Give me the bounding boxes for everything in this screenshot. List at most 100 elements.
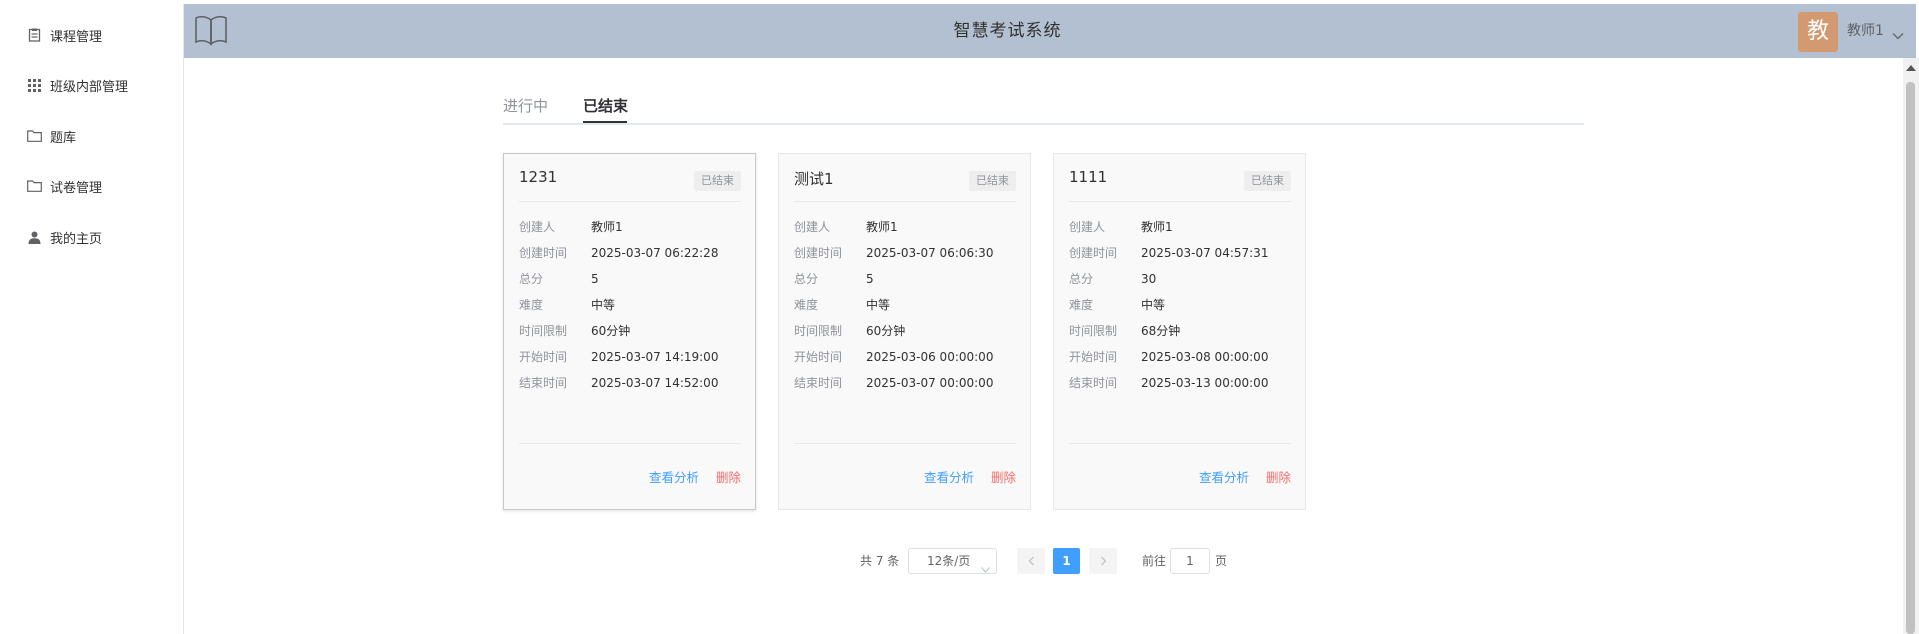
info-row-total-score: 总分 5 <box>794 266 874 292</box>
row-label: 创建人 <box>519 220 556 234</box>
sidebar: 课程管理 班级内部管理 题库 试卷管理 我的主页 <box>4 4 184 634</box>
row-value: 2025-03-07 14:19:00 <box>591 350 719 364</box>
grid-icon <box>26 77 42 93</box>
row-label: 时间限制 <box>794 324 843 338</box>
delete-link[interactable]: 删除 <box>716 467 741 486</box>
info-row-total-score: 总分 30 <box>1069 266 1156 292</box>
sidebar-item-my-homepage[interactable]: 我的主页 <box>4 212 184 262</box>
info-row-created-time: 创建时间 2025-03-07 06:22:28 <box>519 240 718 266</box>
info-row-creator: 创建人 教师1 <box>794 214 898 240</box>
sidebar-item-class-management[interactable]: 班级内部管理 <box>4 60 184 110</box>
info-row-created-time: 创建时间 2025-03-07 04:57:31 <box>1069 240 1268 266</box>
status-badge: 已结束 <box>969 171 1016 191</box>
info-row-time-limit: 时间限制 60分钟 <box>794 318 905 344</box>
page-unit-label: 页 <box>1215 554 1228 568</box>
status-badge: 已结束 <box>1244 171 1291 191</box>
view-analysis-link[interactable]: 查看分析 <box>1199 467 1249 486</box>
user-name[interactable]: 教师1 <box>1847 4 1884 58</box>
row-label: 创建人 <box>794 220 831 234</box>
row-label: 开始时间 <box>519 350 568 364</box>
prev-page-button[interactable] <box>1017 548 1045 574</box>
row-label: 结束时间 <box>794 376 843 390</box>
page-size-select[interactable]: 12条/页 <box>908 548 997 574</box>
sidebar-item-question-bank[interactable]: 题库 <box>4 111 184 161</box>
row-label: 创建时间 <box>519 246 568 260</box>
chevron-down-icon <box>981 557 990 581</box>
info-row-end-time: 结束时间 2025-03-13 00:00:00 <box>1069 370 1268 396</box>
row-label: 时间限制 <box>1069 324 1118 338</box>
info-row-total-score: 总分 5 <box>519 266 599 292</box>
row-label: 总分 <box>794 272 819 286</box>
row-label: 开始时间 <box>794 350 843 364</box>
status-badge: 已结束 <box>694 171 741 191</box>
goto-page-input[interactable] <box>1170 548 1210 574</box>
divider <box>519 443 741 444</box>
row-value: 2025-03-06 00:00:00 <box>866 350 994 364</box>
info-row-creator: 创建人 教师1 <box>519 214 623 240</box>
row-value: 5 <box>866 272 874 286</box>
sidebar-item-label: 试卷管理 <box>50 180 103 196</box>
document-icon <box>26 27 42 43</box>
delete-link[interactable]: 删除 <box>991 467 1016 486</box>
row-label: 总分 <box>519 272 544 286</box>
sidebar-item-label: 班级内部管理 <box>50 79 129 95</box>
sidebar-item-course-management[interactable]: 课程管理 <box>4 10 184 60</box>
info-row-creator: 创建人 教师1 <box>1069 214 1173 240</box>
top-header: 智慧考试系统 教 教师1 <box>184 4 1916 58</box>
info-row-difficulty: 难度 中等 <box>1069 292 1165 318</box>
divider <box>1069 443 1291 444</box>
tab-in-progress[interactable]: 进行中 <box>503 94 548 123</box>
row-value: 68分钟 <box>1141 324 1181 338</box>
row-value: 2025-03-13 00:00:00 <box>1141 376 1269 390</box>
view-analysis-link[interactable]: 查看分析 <box>649 467 699 486</box>
row-label: 难度 <box>1069 298 1094 312</box>
chevron-right-icon <box>1100 556 1106 566</box>
info-row-difficulty: 难度 中等 <box>519 292 615 318</box>
scroll-up-arrow-icon[interactable] <box>1906 65 1916 71</box>
row-value: 2025-03-07 06:06:30 <box>866 246 994 260</box>
row-label: 创建时间 <box>1069 246 1118 260</box>
exam-card: 测试1 已结束 创建人 教师1 创建时间 2025-03-07 06:06:30 总… <box>778 153 1031 510</box>
row-label: 结束时间 <box>519 376 568 390</box>
scrollbar-thumb[interactable] <box>1906 82 1915 634</box>
next-page-button[interactable] <box>1089 548 1117 574</box>
card-title: 测试1 <box>794 170 834 188</box>
row-value: 教师1 <box>591 220 623 234</box>
user-icon <box>26 229 42 245</box>
row-value: 2025-03-07 06:22:28 <box>591 246 719 260</box>
row-label: 开始时间 <box>1069 350 1118 364</box>
sidebar-item-label: 我的主页 <box>50 231 103 247</box>
folder-icon <box>26 178 42 194</box>
goto-label: 前往 <box>1142 554 1167 568</box>
view-analysis-link[interactable]: 查看分析 <box>924 467 974 486</box>
info-row-end-time: 结束时间 2025-03-07 00:00:00 <box>794 370 993 396</box>
row-value: 2025-03-07 00:00:00 <box>866 376 994 390</box>
divider <box>519 201 741 202</box>
sidebar-item-label: 题库 <box>50 130 77 146</box>
row-value: 2025-03-08 00:00:00 <box>1141 350 1269 364</box>
info-row-start-time: 开始时间 2025-03-07 14:19:00 <box>519 344 718 370</box>
row-label: 时间限制 <box>519 324 568 338</box>
sidebar-item-paper-management[interactable]: 试卷管理 <box>4 161 184 211</box>
system-title: 智慧考试系统 <box>953 21 1062 41</box>
info-row-end-time: 结束时间 2025-03-07 14:52:00 <box>519 370 718 396</box>
tab-ended[interactable]: 已结束 <box>583 94 628 123</box>
row-value: 2025-03-07 14:52:00 <box>591 376 719 390</box>
info-row-time-limit: 时间限制 68分钟 <box>1069 318 1180 344</box>
sidebar-item-label: 课程管理 <box>50 29 103 45</box>
page-number-current[interactable]: 1 <box>1053 548 1080 574</box>
tab-bar: 进行中 已结束 <box>503 94 1584 125</box>
info-row-created-time: 创建时间 2025-03-07 06:06:30 <box>794 240 993 266</box>
avatar[interactable]: 教 <box>1798 12 1838 52</box>
row-value: 教师1 <box>1141 220 1173 234</box>
info-row-difficulty: 难度 中等 <box>794 292 890 318</box>
pagination-total: 共 7 条 <box>860 554 900 568</box>
exam-card: 1231 已结束 创建人 教师1 创建时间 2025-03-07 06:22:28 … <box>503 153 756 510</box>
row-label: 结束时间 <box>1069 376 1118 390</box>
row-value: 中等 <box>866 298 891 312</box>
card-title: 1231 <box>519 168 558 186</box>
row-value: 2025-03-07 04:57:31 <box>1141 246 1269 260</box>
delete-link[interactable]: 删除 <box>1266 467 1291 486</box>
chevron-down-icon[interactable] <box>1892 25 1904 44</box>
info-row-start-time: 开始时间 2025-03-08 00:00:00 <box>1069 344 1268 370</box>
